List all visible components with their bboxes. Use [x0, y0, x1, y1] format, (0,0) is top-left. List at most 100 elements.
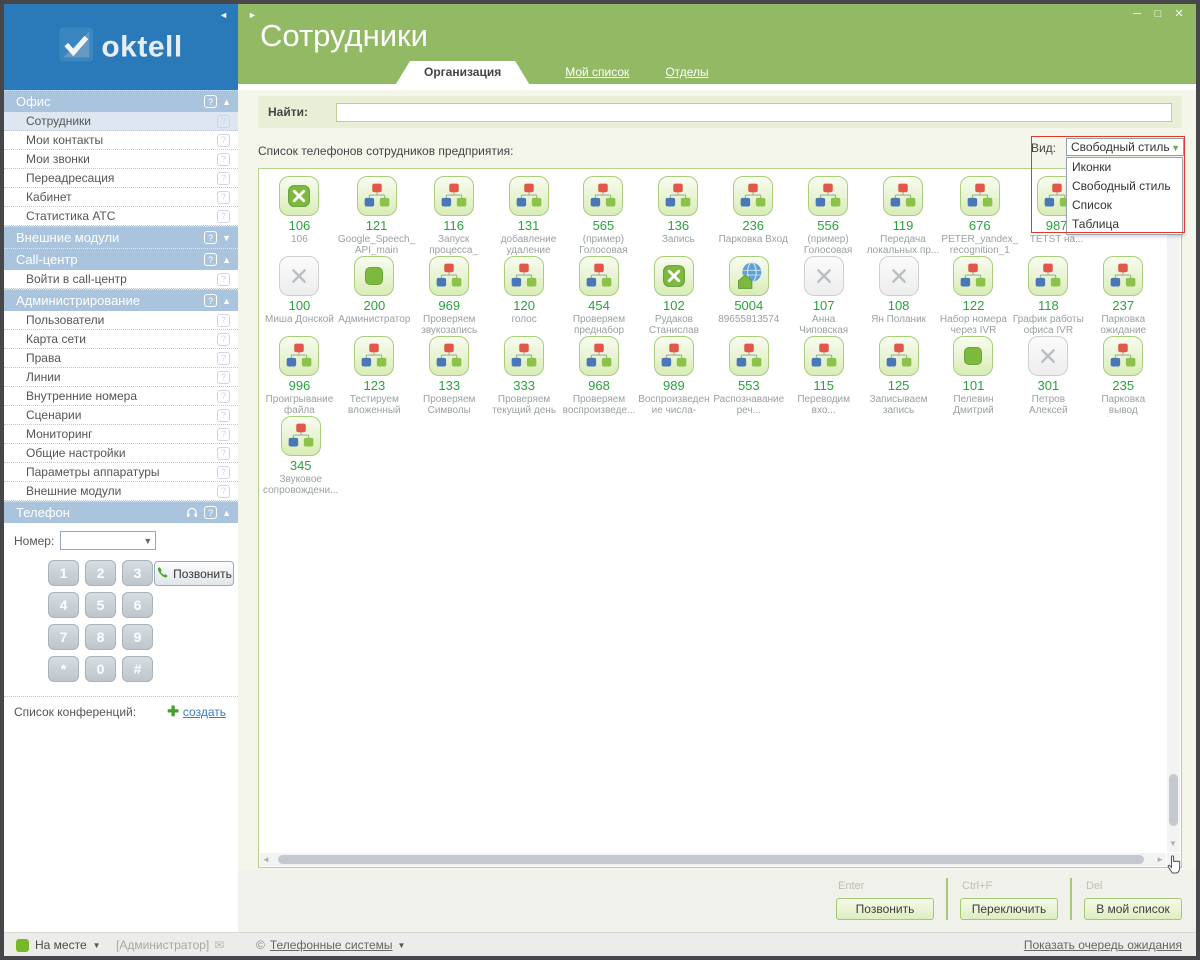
- scroll-down-icon[interactable]: ▼: [1169, 839, 1177, 848]
- help-icon[interactable]: ?: [217, 427, 230, 441]
- dialpad-key-#[interactable]: #: [122, 656, 153, 682]
- contact[interactable]: 996 Проигрывание файла: [262, 336, 337, 416]
- help-icon[interactable]: ?: [217, 152, 230, 166]
- action-button[interactable]: Переключить: [960, 898, 1058, 920]
- help-icon[interactable]: ?: [217, 446, 230, 460]
- contact[interactable]: 131добавление удаление лини...: [491, 176, 566, 257]
- sidebar-item[interactable]: Линии?: [4, 368, 238, 387]
- contact[interactable]: 102 Рудаков Станислав: [636, 256, 711, 336]
- sidebar-section-header-4[interactable]: Телефон? ▲: [4, 501, 238, 523]
- chevron-down-icon[interactable]: ▼: [93, 941, 101, 950]
- contact[interactable]: 101 Пелевин Дмитрий: [936, 336, 1011, 416]
- sidebar-item[interactable]: Внутренние номера?: [4, 387, 238, 406]
- contact[interactable]: 133Проверяем Символы прер...: [412, 336, 487, 417]
- help-icon[interactable]: ?: [204, 95, 218, 108]
- help-icon[interactable]: ?: [204, 253, 218, 266]
- sidebar-item[interactable]: Сценарии?: [4, 406, 238, 425]
- contact[interactable]: 345 Звуковое сопровождени...: [262, 416, 339, 496]
- contact[interactable]: 106 106: [262, 176, 337, 256]
- sidebar-item[interactable]: Переадресация?: [4, 169, 238, 188]
- help-icon[interactable]: ?: [217, 332, 230, 346]
- contact[interactable]: 116Запуск процесса_ Chr...: [416, 176, 491, 257]
- contact[interactable]: 235Парковка вывод абонента с па...: [1086, 336, 1161, 417]
- dialpad-key-8[interactable]: 8: [85, 624, 116, 650]
- help-icon[interactable]: ?: [217, 272, 230, 286]
- search-input[interactable]: [335, 102, 1172, 122]
- sidebar-item[interactable]: Сотрудники?: [4, 112, 238, 131]
- show-queue-link[interactable]: Показать очередь ожидания: [1024, 933, 1182, 956]
- contact[interactable]: 556(пример) Голосовая поч...: [791, 176, 866, 257]
- number-input[interactable]: ▼: [60, 531, 157, 550]
- contact[interactable]: 100 Миша Донской: [262, 256, 337, 336]
- contact[interactable]: 553 Распознавание реч...: [711, 336, 786, 416]
- dialpad-key-*[interactable]: *: [48, 656, 79, 682]
- action-button[interactable]: В мой список: [1084, 898, 1182, 920]
- help-icon[interactable]: ?: [217, 209, 230, 223]
- sidebar-section-header-0[interactable]: Офис? ▲: [4, 90, 238, 112]
- contact[interactable]: 119 Передача локальных пр...: [866, 176, 941, 256]
- contact[interactable]: 108 Ян Поланик: [861, 256, 936, 336]
- dialpad-key-5[interactable]: 5: [85, 592, 116, 618]
- mail-icon[interactable]: ✉: [214, 938, 224, 952]
- chevron-up-icon[interactable]: ▲: [222, 508, 231, 518]
- view-option-0[interactable]: Иконки: [1067, 158, 1182, 177]
- vertical-scrollbar[interactable]: ▼: [1167, 170, 1180, 852]
- sidebar-item[interactable]: Мониторинг?: [4, 425, 238, 444]
- expand-panel-icon[interactable]: ►: [248, 10, 257, 20]
- help-icon[interactable]: ?: [217, 370, 230, 384]
- tab-1[interactable]: Мой список: [565, 65, 629, 84]
- help-icon[interactable]: ?: [217, 465, 230, 479]
- help-icon[interactable]: ?: [217, 133, 230, 147]
- sidebar-item[interactable]: Пользователи?: [4, 311, 238, 330]
- sidebar-item[interactable]: Кабинет?: [4, 188, 238, 207]
- dialpad-key-9[interactable]: 9: [122, 624, 153, 650]
- horizontal-scrollbar[interactable]: ◄ ►: [260, 853, 1166, 866]
- create-conference[interactable]: ✚ создать: [167, 703, 226, 720]
- sidebar-item[interactable]: Мои контакты?: [4, 131, 238, 150]
- help-icon[interactable]: ?: [204, 506, 218, 519]
- help-icon[interactable]: ?: [217, 351, 230, 365]
- tab-0[interactable]: Организация: [396, 61, 529, 84]
- maximize-button[interactable]: □: [1149, 7, 1167, 22]
- sidebar-item[interactable]: Общие настройки?: [4, 444, 238, 463]
- sidebar-item[interactable]: Статистика АТС?: [4, 207, 238, 226]
- contact[interactable]: 121 Google_Speech_ API_main: [337, 176, 416, 256]
- sidebar-item[interactable]: Карта сети?: [4, 330, 238, 349]
- contact[interactable]: 565(пример) Голосовая поч...: [566, 176, 641, 257]
- help-icon[interactable]: ?: [217, 114, 230, 128]
- help-icon[interactable]: ?: [204, 294, 218, 307]
- dialpad-key-4[interactable]: 4: [48, 592, 79, 618]
- dialpad-key-7[interactable]: 7: [48, 624, 79, 650]
- contact[interactable]: 120 голос: [487, 256, 562, 336]
- help-icon[interactable]: ?: [217, 190, 230, 204]
- chevron-up-icon[interactable]: ▲: [222, 296, 231, 306]
- horizontal-scrollbar-thumb[interactable]: [277, 855, 1145, 864]
- chevron-up-icon[interactable]: ▲: [222, 255, 231, 265]
- dialpad-key-1[interactable]: 1: [48, 560, 79, 586]
- sidebar-section-header-1[interactable]: Внешние модули? ▼: [4, 226, 238, 248]
- chevron-down-icon[interactable]: ▼: [143, 536, 152, 546]
- collapse-sidebar-icon[interactable]: ◄: [219, 10, 228, 20]
- contact[interactable]: 301 Петров Алексей: [1011, 336, 1086, 416]
- chevron-down-icon[interactable]: ▼: [222, 233, 231, 243]
- sidebar-item[interactable]: Внешние модули?: [4, 482, 238, 501]
- dialpad-key-3[interactable]: 3: [122, 560, 153, 586]
- help-icon[interactable]: ?: [217, 389, 230, 403]
- sidebar-section-header-2[interactable]: Call-центр? ▲: [4, 248, 238, 270]
- sidebar-item[interactable]: Права?: [4, 349, 238, 368]
- tab-2[interactable]: Отделы: [665, 65, 708, 84]
- help-icon[interactable]: ?: [217, 313, 230, 327]
- contact[interactable]: 969 Проверяем звукозапись: [412, 256, 487, 336]
- dialpad-key-6[interactable]: 6: [122, 592, 153, 618]
- sidebar-section-header-3[interactable]: Администрирование? ▲: [4, 289, 238, 311]
- sidebar-item[interactable]: Войти в call-центр?: [4, 270, 238, 289]
- dialpad-key-2[interactable]: 2: [85, 560, 116, 586]
- chevron-up-icon[interactable]: ▲: [222, 97, 231, 107]
- help-icon[interactable]: ?: [217, 408, 230, 422]
- contact[interactable]: 236 Парковка Вход: [716, 176, 791, 256]
- contact[interactable]: 118 График работы офиса IVR: [1011, 256, 1086, 336]
- contact[interactable]: 5004 89655813574: [711, 256, 786, 336]
- scroll-left-icon[interactable]: ◄: [260, 855, 272, 864]
- vertical-scrollbar-thumb[interactable]: [1169, 774, 1178, 826]
- contact[interactable]: 122Набор номера через IVR сце...: [936, 256, 1011, 337]
